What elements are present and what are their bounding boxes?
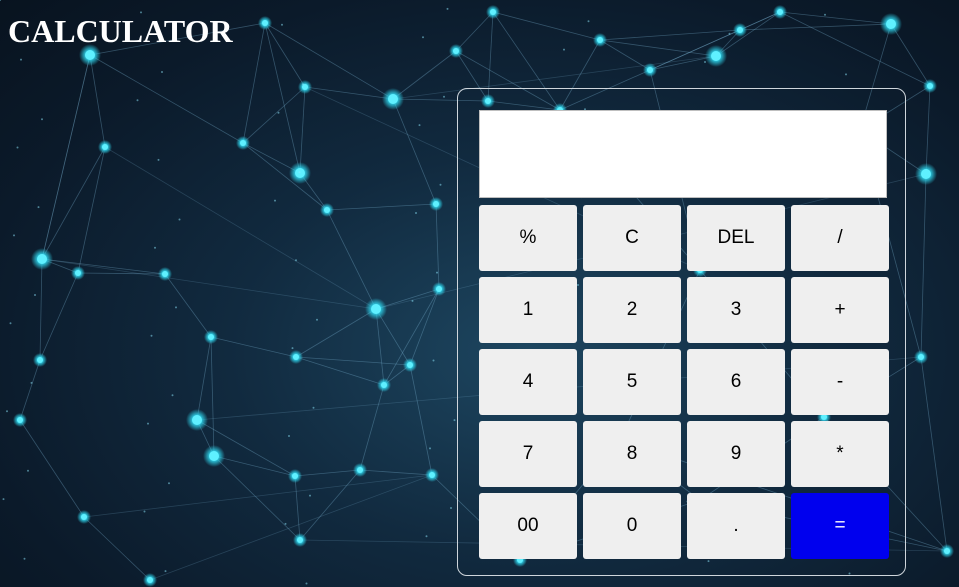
percent-button[interactable]: % [479,205,577,271]
clear-button[interactable]: C [583,205,681,271]
digit-0-button[interactable]: 0 [583,493,681,559]
keypad: % C DEL/ 1 2 3 +4 5 6- 7 8 9 * 00 0. = [479,205,889,559]
double-zero-button[interactable]: 00 [479,493,577,559]
digit-9-button[interactable]: 9 [687,421,785,487]
multiply-button[interactable]: * [791,421,889,487]
digit-4-button[interactable]: 4 [479,349,577,415]
digit-8-button[interactable]: 8 [583,421,681,487]
calculator-display[interactable] [479,110,887,198]
add-button[interactable]: + [791,277,889,343]
digit-6-button[interactable]: 6 [687,349,785,415]
digit-3-button[interactable]: 3 [687,277,785,343]
digit-5-button[interactable]: 5 [583,349,681,415]
divide-button[interactable]: / [791,205,889,271]
calculator-panel: % C DEL/ 1 2 3 +4 5 6- 7 8 9 * 00 0. = [457,88,906,576]
app-title: CALCULATOR [8,13,233,49]
digit-7-button[interactable]: 7 [479,421,577,487]
decimal-button[interactable]: . [687,493,785,559]
digit-2-button[interactable]: 2 [583,277,681,343]
equals-button[interactable]: = [791,493,889,559]
delete-button[interactable]: DEL [687,205,785,271]
subtract-button[interactable]: - [791,349,889,415]
digit-1-button[interactable]: 1 [479,277,577,343]
